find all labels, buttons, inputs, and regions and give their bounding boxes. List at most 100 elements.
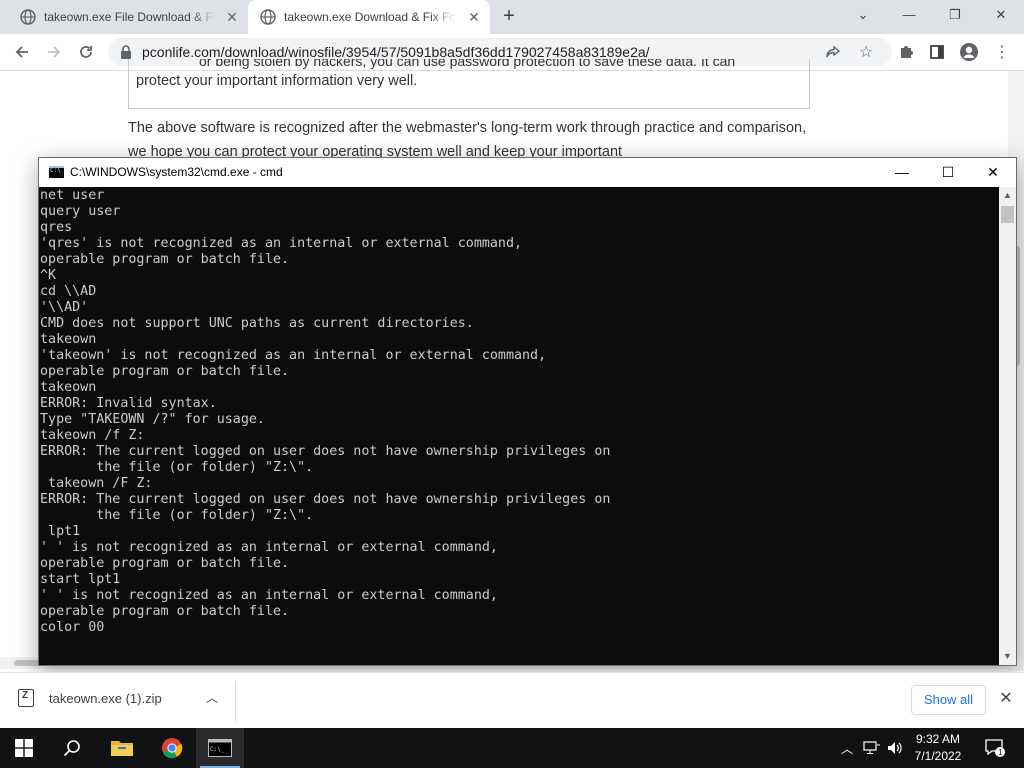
side-panel-icon[interactable] xyxy=(924,39,950,65)
show-hidden-icons-chevron-icon[interactable]: ︿ xyxy=(838,728,856,768)
cmd-close-button[interactable]: ✕ xyxy=(970,158,1016,187)
terminal-line: Type "TAKEOWN /?" for usage. xyxy=(40,412,265,427)
close-download-bar-icon[interactable]: ✕ xyxy=(996,689,1016,709)
zip-file-icon xyxy=(18,689,34,707)
terminal-line: the file (or folder) "Z:\". xyxy=(40,508,314,523)
terminal-line: qres xyxy=(40,220,73,235)
download-bar: takeown.exe (1).zip ︿ Show all ✕ xyxy=(0,672,1024,728)
tab-title: takeown.exe File Download & Fix For Wind… xyxy=(44,10,216,24)
terminal-line: operable program or batch file. xyxy=(40,364,290,379)
cmd-scroll-thumb[interactable] xyxy=(1001,206,1014,223)
file-explorer-button[interactable] xyxy=(98,728,146,768)
close-window-button[interactable]: ✕ xyxy=(978,0,1024,34)
start-button[interactable] xyxy=(0,728,48,768)
arrow-left-icon xyxy=(15,46,28,58)
scroll-down-arrow-icon[interactable]: ▼ xyxy=(999,648,1016,665)
close-tab-icon[interactable]: ✕ xyxy=(224,9,240,25)
cmd-minimize-button[interactable]: — xyxy=(879,158,925,187)
terminal-line: lpt1 xyxy=(40,524,81,539)
search-button[interactable] xyxy=(48,728,96,768)
globe-icon xyxy=(20,9,36,25)
svg-text:C:\_: C:\_ xyxy=(210,746,225,753)
tab-takeown-download-fix[interactable]: takeown.exe Download & Fix For Windows ✕ xyxy=(248,0,490,34)
terminal-line: net user xyxy=(40,188,105,203)
terminal-line: operable program or batch file. xyxy=(40,252,290,267)
terminal-output[interactable]: net user query user qres'qres' is not reco… xyxy=(39,187,999,665)
search-icon xyxy=(63,740,80,757)
action-center-button[interactable]: 1 xyxy=(980,728,1010,768)
notification-icon: 1 xyxy=(985,739,1005,757)
clock-time: 9:32 AM xyxy=(915,732,961,746)
download-file-name: takeown.exe (1).zip xyxy=(49,691,162,706)
download-item[interactable]: takeown.exe (1).zip ︿ xyxy=(16,683,234,719)
terminal-line: color 00 xyxy=(40,620,105,635)
command-prompt-icon: C:\_ xyxy=(208,739,232,757)
reload-button[interactable] xyxy=(73,39,99,65)
volume-icon[interactable] xyxy=(884,728,906,768)
profile-avatar-icon[interactable] xyxy=(956,39,982,65)
tab-title: takeown.exe Download & Fix For Windows xyxy=(284,10,456,24)
taskbar-clock[interactable]: 9:32 AM 7/1/2022 xyxy=(908,731,968,765)
globe-icon xyxy=(260,9,276,25)
terminal-line: query user xyxy=(40,204,121,219)
info-box-line-2: protect your important information very … xyxy=(136,73,418,89)
terminal-line: takeown /f Z: xyxy=(40,428,145,443)
cmd-title-bar[interactable]: C:\WINDOWS\system32\cmd.exe - cmd — ☐ ✕ xyxy=(39,158,1016,187)
forward-button[interactable] xyxy=(41,39,67,65)
close-tab-icon[interactable]: ✕ xyxy=(466,9,482,25)
terminal-line: start lpt1 xyxy=(40,572,121,587)
arrow-right-icon xyxy=(48,46,61,58)
info-box-line-1: or being stolen by hackers, you can use … xyxy=(199,59,736,69)
clock-date: 7/1/2022 xyxy=(914,749,962,763)
cmd-window-title: C:\WINDOWS\system32\cmd.exe - cmd xyxy=(70,165,283,179)
cmd-taskbar-button[interactable]: C:\_ xyxy=(196,728,244,768)
terminal-line: operable program or batch file. xyxy=(40,604,290,619)
chrome-button[interactable] xyxy=(148,728,196,768)
cmd-vertical-scrollbar[interactable]: ▲ ▼ xyxy=(999,187,1016,665)
download-divider xyxy=(235,681,236,721)
terminal-line: ^K xyxy=(40,268,57,283)
chrome-icon xyxy=(162,738,183,759)
windows-taskbar: C:\_ ︿ 9:32 AM 7/1/2022 1 xyxy=(0,728,1024,768)
tab-takeown-file-download[interactable]: takeown.exe File Download & Fix For Wind… xyxy=(20,0,248,34)
share-icon[interactable] xyxy=(820,39,846,65)
terminal-line: 'qres' is not recognized as an internal … xyxy=(40,236,523,251)
terminal-line: '\\AD' xyxy=(40,300,89,315)
restore-button[interactable]: ❐ xyxy=(932,0,978,34)
browser-tab-strip: takeown.exe File Download & Fix For Wind… xyxy=(0,0,1024,34)
terminal-line: ERROR: The current logged on user does n… xyxy=(40,492,611,507)
cmd-app-icon xyxy=(49,166,64,178)
terminal-line: takeown xyxy=(40,380,97,395)
screen: takeown.exe File Download & Fix For Wind… xyxy=(0,0,1024,768)
back-button[interactable] xyxy=(9,39,35,65)
bookmark-star-icon[interactable]: ☆ xyxy=(853,39,879,65)
terminal-line: takeown /F Z: xyxy=(40,476,153,491)
terminal-line: operable program or batch file. xyxy=(40,556,290,571)
lock-icon xyxy=(121,45,131,59)
terminal-line: the file (or folder) "Z:\". xyxy=(40,460,314,475)
info-box: or being stolen by hackers, you can use … xyxy=(128,59,810,109)
terminal-line: takeown xyxy=(40,332,97,347)
terminal-line: ' ' is not recognized as an internal or … xyxy=(40,540,498,555)
terminal-line: cd \\AD xyxy=(40,284,97,299)
folder-icon xyxy=(111,741,133,756)
reload-icon xyxy=(80,46,92,58)
show-all-button[interactable]: Show all xyxy=(911,685,986,715)
terminal-line: ERROR: The current logged on user does n… xyxy=(40,444,611,459)
minimize-button[interactable]: — xyxy=(886,0,932,34)
scroll-up-arrow-icon[interactable]: ▲ xyxy=(999,187,1016,204)
terminal-line: ERROR: Invalid syntax. xyxy=(40,396,217,411)
terminal-line: CMD does not support UNC paths as curren… xyxy=(40,316,474,331)
chevron-up-icon[interactable]: ︿ xyxy=(204,689,220,705)
terminal-line: ' ' is not recognized as an internal or … xyxy=(40,588,498,603)
new-tab-button[interactable]: + xyxy=(498,6,520,28)
url-text: pconlife.com/download/winosfile/3954/57/… xyxy=(142,44,650,60)
network-icon[interactable] xyxy=(860,728,884,768)
windows-logo-icon xyxy=(15,739,33,757)
tab-search-chevron-icon[interactable]: ⌄ xyxy=(840,0,886,34)
more-menu-icon[interactable]: ⋮ xyxy=(989,39,1015,65)
cmd-maximize-button[interactable]: ☐ xyxy=(925,158,971,187)
notification-count: 1 xyxy=(998,748,1003,757)
cmd-window[interactable]: C:\WINDOWS\system32\cmd.exe - cmd — ☐ ✕ … xyxy=(38,157,1017,666)
extensions-puzzle-icon[interactable] xyxy=(893,39,919,65)
